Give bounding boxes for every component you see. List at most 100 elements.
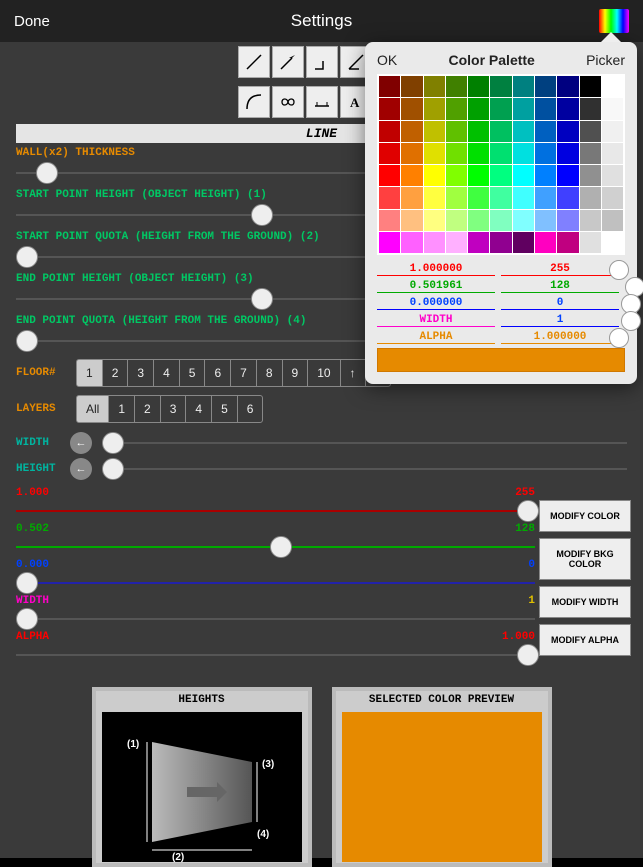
color-swatch[interactable] <box>580 98 601 119</box>
color-swatch[interactable] <box>535 121 556 142</box>
color-swatch[interactable] <box>379 98 400 119</box>
color-swatch[interactable] <box>446 165 467 186</box>
color-swatch[interactable] <box>401 76 422 97</box>
color-swatch[interactable] <box>602 76 623 97</box>
color-swatch[interactable] <box>535 143 556 164</box>
tool-line-icon[interactable] <box>238 46 270 78</box>
color-swatch[interactable] <box>513 76 534 97</box>
color-swatch[interactable] <box>424 121 445 142</box>
color-swatch[interactable] <box>446 121 467 142</box>
seg-item-3[interactable]: 3 <box>127 359 154 387</box>
color-swatch[interactable] <box>602 232 623 253</box>
seg-item-4[interactable]: 4 <box>185 395 212 423</box>
color-swatch[interactable] <box>602 98 623 119</box>
width-slider[interactable] <box>102 431 627 455</box>
color-swatch[interactable] <box>468 76 489 97</box>
color-swatch[interactable] <box>446 98 467 119</box>
color-swatch[interactable] <box>557 121 578 142</box>
seg-item-7[interactable]: 7 <box>230 359 257 387</box>
color-swatch[interactable] <box>446 210 467 231</box>
color-swatch[interactable] <box>424 76 445 97</box>
color-swatch[interactable] <box>557 187 578 208</box>
color-swatch[interactable] <box>468 121 489 142</box>
color-swatch[interactable] <box>401 232 422 253</box>
color-swatch[interactable] <box>468 232 489 253</box>
color-swatch[interactable] <box>424 143 445 164</box>
seg-item-1[interactable]: 1 <box>76 359 103 387</box>
color-swatch[interactable] <box>490 210 511 231</box>
modify-bkg-color-button[interactable]: MODIFY BKG COLOR <box>539 538 631 580</box>
color-swatch[interactable] <box>424 165 445 186</box>
color-swatch[interactable] <box>580 210 601 231</box>
color-swatch[interactable] <box>424 210 445 231</box>
seg-item-3[interactable]: 3 <box>160 395 187 423</box>
seg-item-9[interactable]: 9 <box>282 359 309 387</box>
color-swatch[interactable] <box>401 121 422 142</box>
color-swatch[interactable] <box>535 165 556 186</box>
popover-picker-button[interactable]: Picker <box>586 52 625 68</box>
color-swatch[interactable] <box>490 165 511 186</box>
color-swatch[interactable] <box>379 143 400 164</box>
color-swatch[interactable] <box>468 98 489 119</box>
color-swatch[interactable] <box>513 165 534 186</box>
color-swatch[interactable] <box>580 143 601 164</box>
color-swatch[interactable] <box>446 187 467 208</box>
seg-item-all[interactable]: All <box>76 395 109 423</box>
seg-item-6[interactable]: 6 <box>204 359 231 387</box>
seg-item-8[interactable]: 8 <box>256 359 283 387</box>
width-back-button[interactable]: ← <box>70 432 92 454</box>
color-swatch[interactable] <box>468 143 489 164</box>
seg-item-2[interactable]: 2 <box>102 359 129 387</box>
height-slider[interactable] <box>102 457 627 481</box>
color-swatch[interactable] <box>580 232 601 253</box>
color-swatch[interactable] <box>401 98 422 119</box>
color-swatch[interactable] <box>468 210 489 231</box>
modify-color-button[interactable]: MODIFY COLOR <box>539 500 631 532</box>
seg-item-5[interactable]: 5 <box>211 395 238 423</box>
color-swatch[interactable] <box>602 187 623 208</box>
seg-item-10[interactable]: 10 <box>307 359 340 387</box>
color-swatch[interactable] <box>557 143 578 164</box>
color-swatch[interactable] <box>535 187 556 208</box>
modify-alpha-button[interactable]: MODIFY ALPHA <box>539 624 631 656</box>
color-swatch[interactable] <box>446 76 467 97</box>
tool-corner-icon[interactable] <box>306 46 338 78</box>
color-swatch[interactable] <box>379 76 400 97</box>
r-slider[interactable] <box>16 499 535 523</box>
color-swatch[interactable] <box>468 165 489 186</box>
color-swatch[interactable] <box>424 232 445 253</box>
tool-infinity-icon[interactable] <box>272 86 304 118</box>
color-swatch[interactable] <box>379 232 400 253</box>
color-swatch[interactable] <box>379 165 400 186</box>
color-swatch[interactable] <box>535 210 556 231</box>
color-swatch[interactable] <box>535 76 556 97</box>
color-swatch[interactable] <box>513 98 534 119</box>
color-swatch[interactable] <box>401 143 422 164</box>
seg-item-4[interactable]: 4 <box>153 359 180 387</box>
g-slider[interactable] <box>16 535 535 559</box>
color-swatch[interactable] <box>602 165 623 186</box>
seg-item-2[interactable]: 2 <box>134 395 161 423</box>
color-swatch[interactable] <box>490 187 511 208</box>
color-swatch[interactable] <box>602 210 623 231</box>
color-swatch[interactable] <box>580 76 601 97</box>
w-slider[interactable] <box>16 607 535 631</box>
modify-width-button[interactable]: MODIFY WIDTH <box>539 586 631 618</box>
color-swatch[interactable] <box>424 98 445 119</box>
color-swatch[interactable] <box>424 187 445 208</box>
b-slider[interactable] <box>16 571 535 595</box>
color-swatch[interactable] <box>557 98 578 119</box>
color-swatch[interactable] <box>401 187 422 208</box>
color-swatch[interactable] <box>379 210 400 231</box>
color-swatch[interactable] <box>446 143 467 164</box>
done-button[interactable]: Done <box>14 13 50 30</box>
palette-button[interactable] <box>599 9 629 33</box>
color-swatch[interactable] <box>580 187 601 208</box>
popover-ok-button[interactable]: OK <box>377 52 397 68</box>
color-swatch[interactable] <box>490 98 511 119</box>
color-swatch[interactable] <box>490 76 511 97</box>
color-swatch[interactable] <box>401 165 422 186</box>
color-swatch[interactable] <box>513 121 534 142</box>
color-swatch[interactable] <box>580 121 601 142</box>
color-swatch[interactable] <box>490 121 511 142</box>
